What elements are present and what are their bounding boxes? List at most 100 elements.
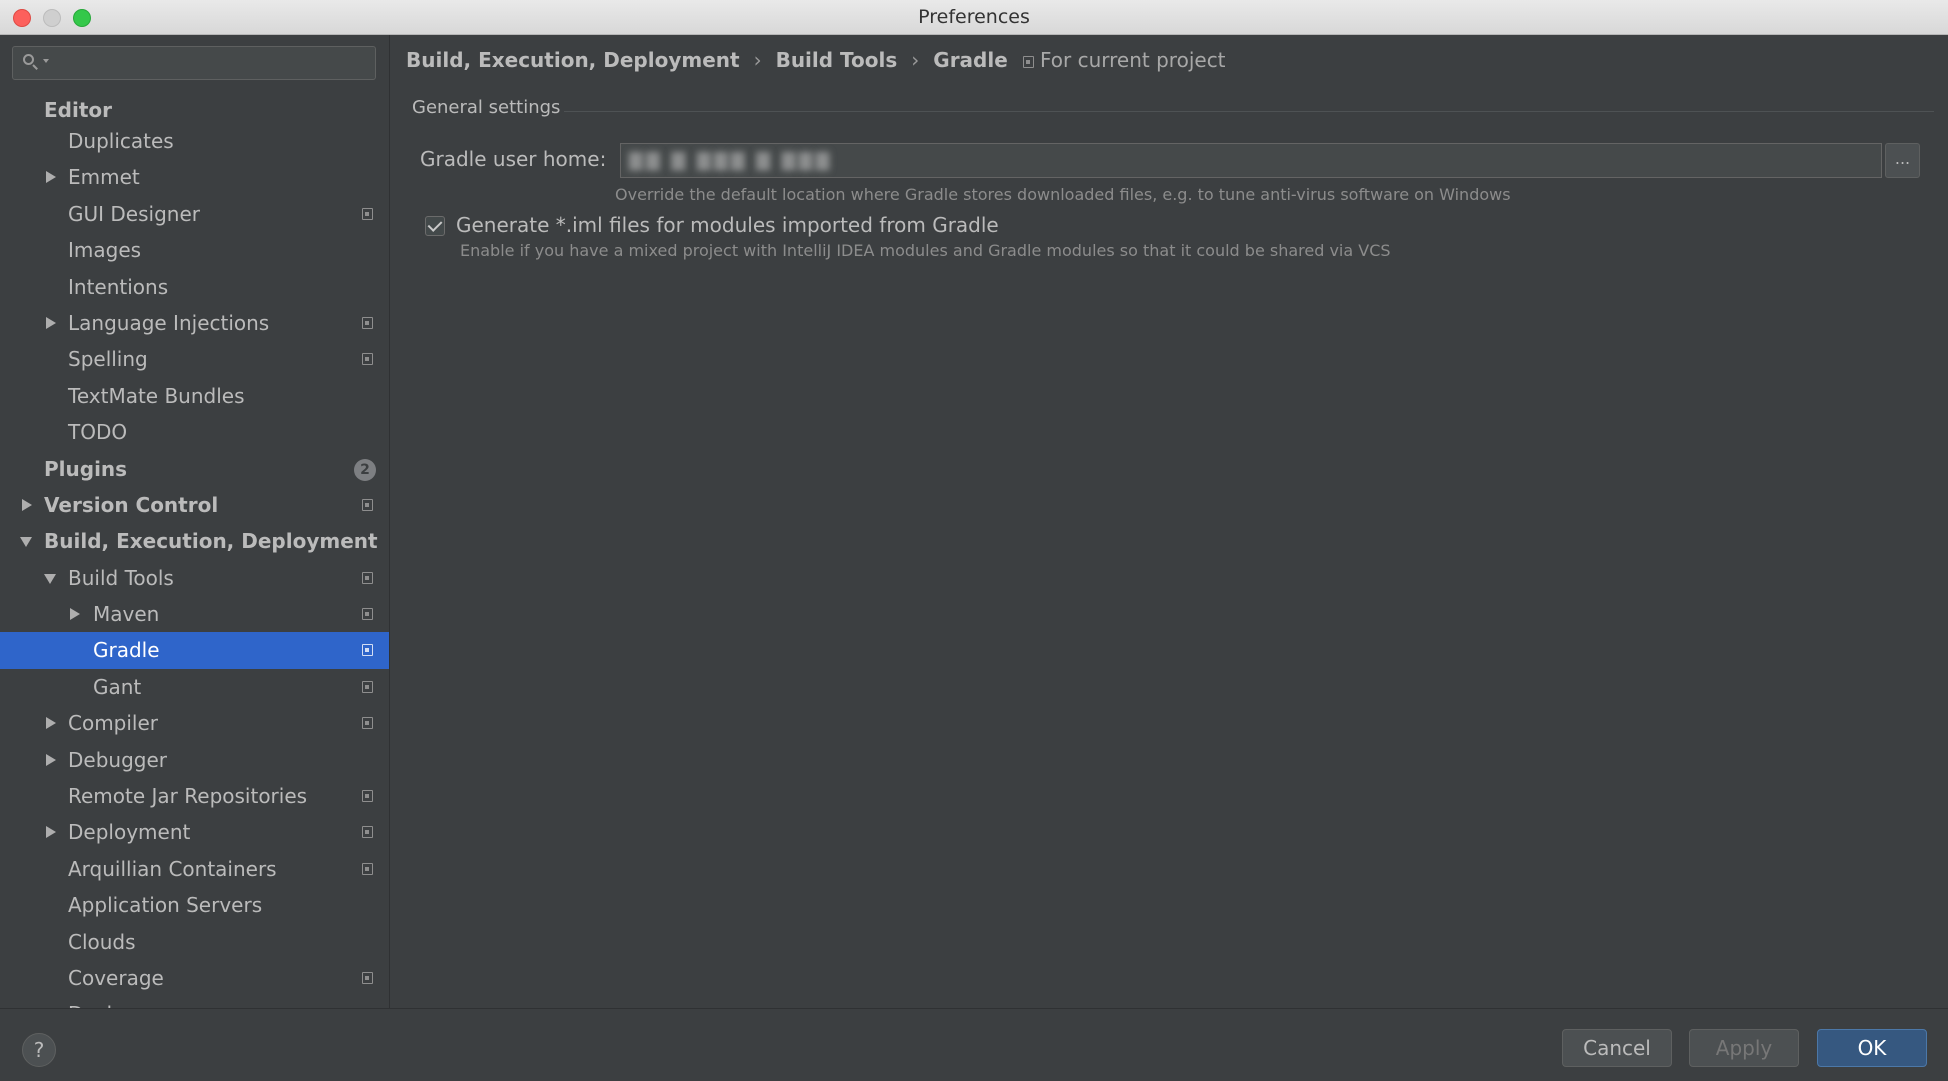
sidebar-item-remote-jar-repositories[interactable]: Remote Jar Repositories xyxy=(0,778,389,814)
settings-tree: Editor Duplicates Emmet GUI Designer Images I… xyxy=(0,97,389,1008)
sidebar-item-arquillian-containers[interactable]: Arquillian Containers xyxy=(0,851,389,887)
help-button[interactable]: ? xyxy=(22,1033,56,1067)
sidebar-item-images[interactable]: Images xyxy=(0,232,389,268)
project-scope-icon xyxy=(362,790,373,803)
project-scope-icon xyxy=(1023,56,1034,68)
project-scope-icon xyxy=(362,571,373,584)
project-scope-icon xyxy=(362,353,373,366)
sidebar-item-deployment[interactable]: Deployment xyxy=(0,814,389,850)
sidebar-item-version-control[interactable]: Version Control xyxy=(0,487,389,523)
sidebar-item-label: Build, Execution, Deployment xyxy=(44,529,378,554)
chevron-right-icon[interactable] xyxy=(20,487,34,523)
dialog-footer: ? Cancel Apply OK xyxy=(0,1008,1948,1081)
browse-button[interactable]: ... xyxy=(1885,143,1920,178)
sidebar-item-debugger[interactable]: Debugger xyxy=(0,742,389,778)
sidebar-item-editor[interactable]: Editor xyxy=(0,97,389,123)
gradle-user-home-hint: Override the default location where Grad… xyxy=(615,185,1511,204)
sidebar-item-gradle[interactable]: Gradle xyxy=(0,632,389,669)
apply-button[interactable]: Apply xyxy=(1689,1029,1799,1067)
chevron-right-icon[interactable] xyxy=(44,705,58,741)
cancel-button[interactable]: Cancel xyxy=(1562,1029,1672,1067)
sidebar-item-todo[interactable]: TODO xyxy=(0,414,389,450)
sidebar-item-coverage[interactable]: Coverage xyxy=(0,960,389,996)
chevron-down-icon[interactable] xyxy=(20,523,34,559)
chevron-right-icon[interactable] xyxy=(44,996,58,1008)
breadcrumb-item-build-tools[interactable]: Build Tools xyxy=(776,45,898,75)
project-scope-icon xyxy=(362,498,373,511)
sidebar-item-duplicates[interactable]: Duplicates xyxy=(0,123,389,159)
sidebar-item-emmet[interactable]: Emmet xyxy=(0,159,389,195)
sidebar-item-label: Duplicates xyxy=(68,129,174,153)
sidebar-item-label: Spelling xyxy=(68,347,148,372)
sidebar-item-textmate-bundles[interactable]: TextMate Bundles xyxy=(0,378,389,414)
title-bar[interactable]: Preferences xyxy=(0,0,1948,35)
project-scope-icon xyxy=(362,826,373,839)
sidebar-item-label: Version Control xyxy=(44,492,219,517)
sidebar-item-spelling[interactable]: Spelling xyxy=(0,341,389,377)
generate-iml-hint: Enable if you have a mixed project with … xyxy=(460,241,1391,260)
sidebar-item-plugins[interactable]: Plugins 2 xyxy=(0,451,389,487)
sidebar-item-gant[interactable]: Gant xyxy=(0,669,389,705)
sidebar-item-language-injections[interactable]: Language Injections xyxy=(0,305,389,341)
breadcrumb-separator-icon: › xyxy=(911,48,920,72)
project-scope-icon xyxy=(362,644,373,657)
sidebar-item-label: Maven xyxy=(93,602,160,627)
sidebar-item-label: Images xyxy=(68,238,142,263)
sidebar-item-label: Plugins xyxy=(44,456,128,481)
sidebar-item-label: Language Injections xyxy=(68,310,270,335)
sidebar-item-label: Build Tools xyxy=(68,565,174,590)
chevron-right-icon[interactable] xyxy=(44,814,58,850)
sidebar-item-clouds[interactable]: Clouds xyxy=(0,924,389,960)
gradle-user-home-value: ▇▇ ▇ ▇▇▇ ▇ ▇▇▇ xyxy=(629,150,833,171)
breadcrumb-item-build-execution-deployment[interactable]: Build, Execution, Deployment xyxy=(406,45,740,75)
sidebar-item-label: Remote Jar Repositories xyxy=(68,784,308,809)
sidebar-item-label: Clouds xyxy=(68,929,136,954)
project-scope-icon xyxy=(362,862,373,875)
chevron-down-icon[interactable] xyxy=(44,560,58,596)
sidebar-item-label: GUI Designer xyxy=(68,201,200,226)
sidebar-item-build-tools[interactable]: Build Tools xyxy=(0,560,389,596)
project-scope-icon xyxy=(362,207,373,220)
sidebar-item-label: Deployment xyxy=(68,820,191,845)
sidebar-item-gui-designer[interactable]: GUI Designer xyxy=(0,196,389,232)
sidebar-item-build-execution-deployment[interactable]: Build, Execution, Deployment xyxy=(0,523,389,559)
generate-iml-checkbox[interactable] xyxy=(425,216,445,236)
sidebar-item-compiler[interactable]: Compiler xyxy=(0,705,389,741)
chevron-right-icon[interactable] xyxy=(44,742,58,778)
sidebar-item-maven[interactable]: Maven xyxy=(0,596,389,632)
sidebar-item-intentions[interactable]: Intentions xyxy=(0,269,389,305)
breadcrumb-separator-icon: › xyxy=(753,48,762,72)
generate-iml-label[interactable]: Generate *.iml files for modules importe… xyxy=(456,213,999,237)
settings-sidebar: Editor Duplicates Emmet GUI Designer Images I… xyxy=(0,35,390,1008)
sidebar-item-label: Docker xyxy=(68,996,138,1008)
preferences-window: Preferences Editor Duplicates Emmet GUI Des… xyxy=(0,0,1948,1081)
sidebar-item-label: Editor xyxy=(44,98,112,122)
sidebar-item-label: Application Servers xyxy=(68,893,263,918)
sidebar-item-label: Gradle xyxy=(93,638,160,663)
updates-count-badge: 2 xyxy=(354,458,376,481)
gradle-settings-panel: Build, Execution, Deployment › Build Tools… xyxy=(390,35,1948,1008)
sidebar-item-label: Gant xyxy=(93,674,142,699)
scope-label: For current project xyxy=(1040,48,1226,72)
ok-button[interactable]: OK xyxy=(1817,1029,1927,1067)
chevron-right-icon[interactable] xyxy=(68,596,82,632)
section-title: General settings xyxy=(412,97,561,118)
sidebar-item-label: Debugger xyxy=(68,747,167,772)
project-scope-icon xyxy=(362,608,373,621)
chevron-right-icon[interactable] xyxy=(44,159,58,195)
sidebar-item-application-servers[interactable]: Application Servers xyxy=(0,887,389,923)
sidebar-item-docker[interactable]: Docker xyxy=(0,996,389,1008)
gradle-user-home-input[interactable]: ▇▇ ▇ ▇▇▇ ▇ ▇▇▇ xyxy=(620,143,1882,178)
sidebar-item-label: Emmet xyxy=(68,165,140,190)
sidebar-item-label: Arquillian Containers xyxy=(68,856,277,881)
project-scope-icon xyxy=(362,680,373,693)
breadcrumb: Build, Execution, Deployment › Build Tools… xyxy=(406,45,1008,75)
chevron-right-icon[interactable] xyxy=(44,305,58,341)
settings-search-input[interactable] xyxy=(12,46,376,80)
sidebar-item-label: TODO xyxy=(68,420,128,445)
sidebar-item-label: Intentions xyxy=(68,274,169,299)
scope-indicator: For current project xyxy=(1023,45,1226,75)
window-title: Preferences xyxy=(918,6,1030,28)
project-scope-icon xyxy=(362,717,373,730)
sidebar-item-label: Compiler xyxy=(68,711,159,736)
